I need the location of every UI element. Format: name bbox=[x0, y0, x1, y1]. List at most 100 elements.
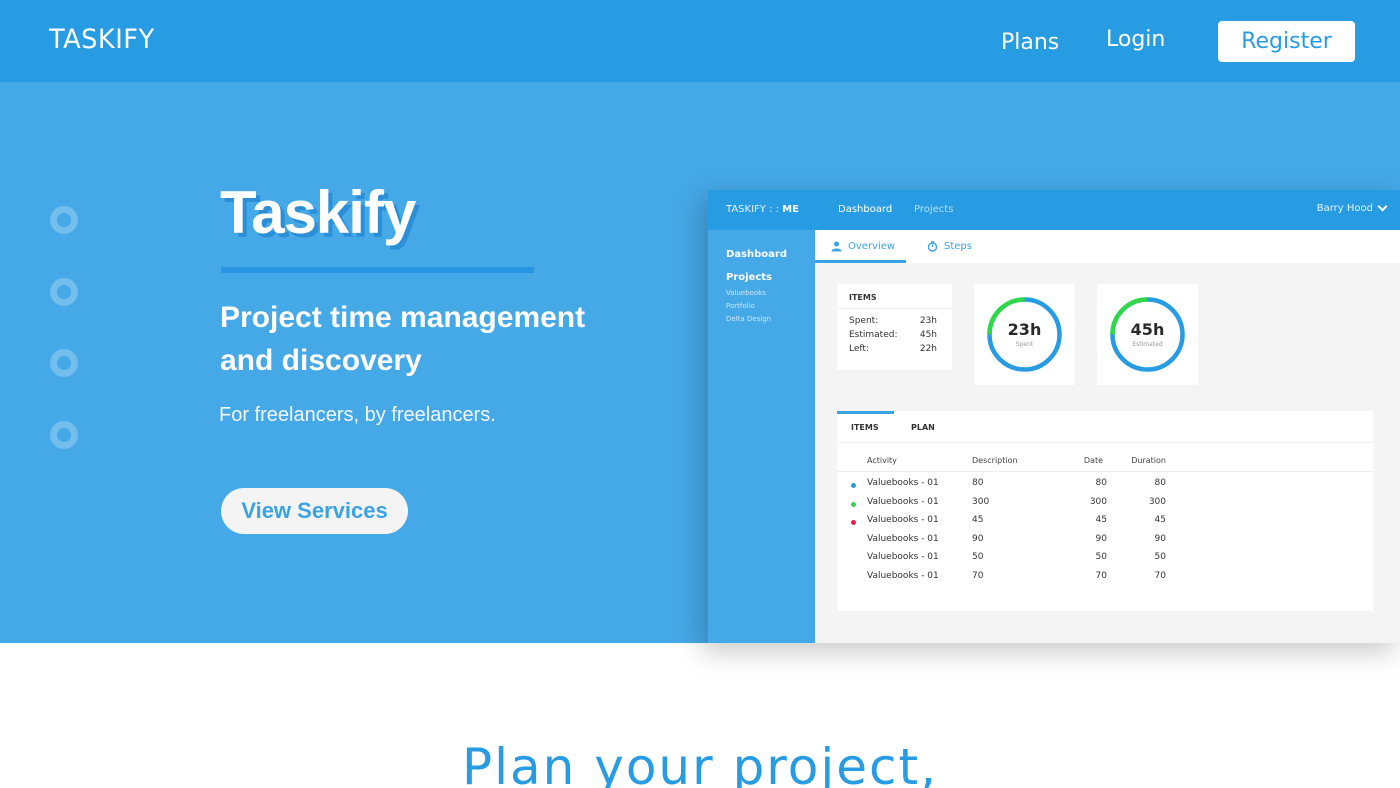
activity-cell: Valuebooks - 01 bbox=[867, 552, 939, 563]
hero-subtitle: Project time management and discovery bbox=[220, 301, 586, 377]
section-title: Plan your project, bbox=[461, 738, 938, 788]
subtab-steps[interactable]: Steps bbox=[927, 241, 972, 252]
view-services-button[interactable]: View Services bbox=[221, 488, 408, 534]
sidebar-subitem-delta-design[interactable]: Delta Design bbox=[726, 315, 771, 323]
active-tab-indicator bbox=[815, 260, 906, 263]
hero-divider bbox=[221, 267, 534, 273]
user-menu[interactable]: Barry Hood bbox=[1316, 201, 1388, 214]
app-brand-prefix: TASKIFY : : bbox=[726, 204, 783, 215]
divider bbox=[837, 442, 1373, 443]
description-cell: 45 bbox=[972, 515, 984, 526]
active-tab-indicator bbox=[837, 411, 894, 414]
nav-link-plans[interactable]: Plans bbox=[1001, 30, 1059, 55]
date-cell: 300 bbox=[1089, 496, 1107, 507]
table-row[interactable]: Valuebooks - 01 90 90 90 bbox=[837, 534, 1373, 552]
divider bbox=[837, 471, 1373, 472]
status-dot-icon bbox=[851, 501, 856, 507]
app-preview: TASKIFY : : ME Dashboard Projects Barry … bbox=[708, 190, 1400, 643]
subtab-overview-label: Overview bbox=[848, 241, 896, 252]
items-card-header: ITEMS bbox=[849, 293, 877, 302]
stopwatch-icon bbox=[927, 241, 938, 252]
column-header-activity[interactable]: Activity bbox=[867, 456, 897, 465]
duration-cell: 50 bbox=[1154, 552, 1166, 563]
table-row[interactable]: Valuebooks - 01 300 300 300 bbox=[837, 497, 1373, 515]
column-header-duration[interactable]: Duration bbox=[1131, 456, 1166, 465]
status-dot-icon bbox=[851, 483, 856, 488]
app-brand: TASKIFY : : ME bbox=[726, 204, 799, 215]
table-row[interactable]: Valuebooks - 01 80 80 80 bbox=[837, 478, 1373, 496]
column-header-date[interactable]: Date bbox=[1084, 456, 1103, 465]
status-dot-icon bbox=[851, 520, 856, 526]
description-cell: 80 bbox=[972, 478, 984, 488]
app-tab-dashboard[interactable]: Dashboard bbox=[838, 204, 892, 215]
user-icon bbox=[831, 241, 842, 252]
date-cell: 70 bbox=[1095, 571, 1107, 581]
summary-value: 22h bbox=[919, 344, 937, 354]
summary-key: Spent: bbox=[849, 316, 879, 326]
slide-indicator-3[interactable] bbox=[50, 349, 78, 377]
sidebar-item-projects[interactable]: Projects bbox=[726, 272, 772, 283]
activity-cell: Valuebooks - 01 bbox=[867, 478, 939, 488]
ring-label: Spent bbox=[1015, 341, 1034, 348]
summary-row: Spent: 23h bbox=[849, 316, 937, 326]
user-name: Barry Hood bbox=[1316, 203, 1373, 214]
app-subtabs: Overview Steps bbox=[815, 230, 1400, 263]
items-summary-card: ITEMS Spent: 23h Estimated: 45h Left: 22… bbox=[837, 284, 952, 370]
duration-cell: 80 bbox=[1154, 478, 1166, 488]
divider bbox=[837, 308, 952, 309]
activity-cell: Valuebooks - 01 bbox=[867, 571, 939, 581]
summary-value: 45h bbox=[919, 330, 937, 340]
chevron-down-icon bbox=[1377, 201, 1388, 212]
column-header-description[interactable]: Description bbox=[972, 456, 1018, 465]
register-button[interactable]: Register bbox=[1218, 21, 1355, 62]
summary-row: Left: 22h bbox=[849, 344, 937, 354]
slide-indicator-4[interactable] bbox=[50, 421, 78, 449]
table-row[interactable]: Valuebooks - 01 50 50 50 bbox=[837, 552, 1373, 570]
sidebar-subitem-valuebooks[interactable]: Valuebooks bbox=[726, 289, 766, 297]
description-cell: 50 bbox=[972, 552, 984, 563]
table-tab-items[interactable]: ITEMS bbox=[851, 423, 879, 432]
activity-table-card: ITEMS PLAN Activity Description Date Dur… bbox=[837, 411, 1373, 611]
app-tab-projects[interactable]: Projects bbox=[914, 204, 953, 215]
table-row[interactable]: Valuebooks - 01 70 70 70 bbox=[837, 571, 1373, 589]
subtab-steps-label: Steps bbox=[944, 241, 972, 252]
nav-link-login[interactable]: Login bbox=[1106, 27, 1165, 52]
summary-key: Estimated: bbox=[849, 330, 898, 340]
date-cell: 90 bbox=[1095, 533, 1107, 544]
slide-indicator-2[interactable] bbox=[50, 278, 78, 306]
ring-value: 45h bbox=[1130, 320, 1165, 339]
slide-indicator-1[interactable] bbox=[50, 206, 78, 234]
activity-cell: Valuebooks - 01 bbox=[867, 496, 939, 507]
date-cell: 80 bbox=[1095, 478, 1107, 488]
table-row[interactable]: Valuebooks - 01 45 45 45 bbox=[837, 515, 1373, 533]
summary-value: 23h bbox=[919, 316, 937, 326]
activity-cell: Valuebooks - 01 bbox=[867, 515, 939, 526]
description-cell: 300 bbox=[972, 496, 990, 507]
ring-value: 23h bbox=[1007, 320, 1042, 339]
spent-ring-card: 23h Spent bbox=[974, 284, 1075, 385]
date-cell: 50 bbox=[1095, 552, 1107, 563]
duration-cell: 300 bbox=[1148, 496, 1166, 507]
description-cell: 90 bbox=[972, 533, 984, 544]
sidebar-item-dashboard[interactable]: Dashboard bbox=[726, 249, 787, 260]
duration-cell: 90 bbox=[1154, 533, 1166, 544]
app-brand-suffix: ME bbox=[782, 204, 799, 215]
hero-title: Taskify bbox=[220, 179, 416, 246]
sidebar-subitem-portfolio[interactable]: Portfolio bbox=[726, 302, 755, 310]
app-topbar: TASKIFY : : ME Dashboard Projects Barry … bbox=[708, 190, 1400, 230]
ring-label: Estimated bbox=[1132, 341, 1163, 348]
subtab-overview[interactable]: Overview bbox=[831, 241, 895, 252]
description-cell: 70 bbox=[972, 571, 984, 581]
date-cell: 45 bbox=[1095, 515, 1107, 526]
estimated-ring-card: 45h Estimated bbox=[1097, 284, 1198, 385]
app-sidebar: Dashboard Projects Valuebooks Portfolio … bbox=[708, 230, 815, 643]
table-tab-plan[interactable]: PLAN bbox=[911, 423, 935, 432]
brand-logo[interactable]: TASKIFY bbox=[49, 24, 155, 55]
duration-cell: 45 bbox=[1154, 515, 1166, 526]
duration-cell: 70 bbox=[1154, 571, 1166, 581]
activity-cell: Valuebooks - 01 bbox=[867, 533, 939, 544]
summary-row: Estimated: 45h bbox=[849, 330, 937, 340]
top-nav: TASKIFY Plans Login Register bbox=[0, 0, 1400, 82]
hero-tagline: For freelancers, by freelancers. bbox=[219, 404, 496, 426]
summary-key: Left: bbox=[849, 344, 869, 354]
